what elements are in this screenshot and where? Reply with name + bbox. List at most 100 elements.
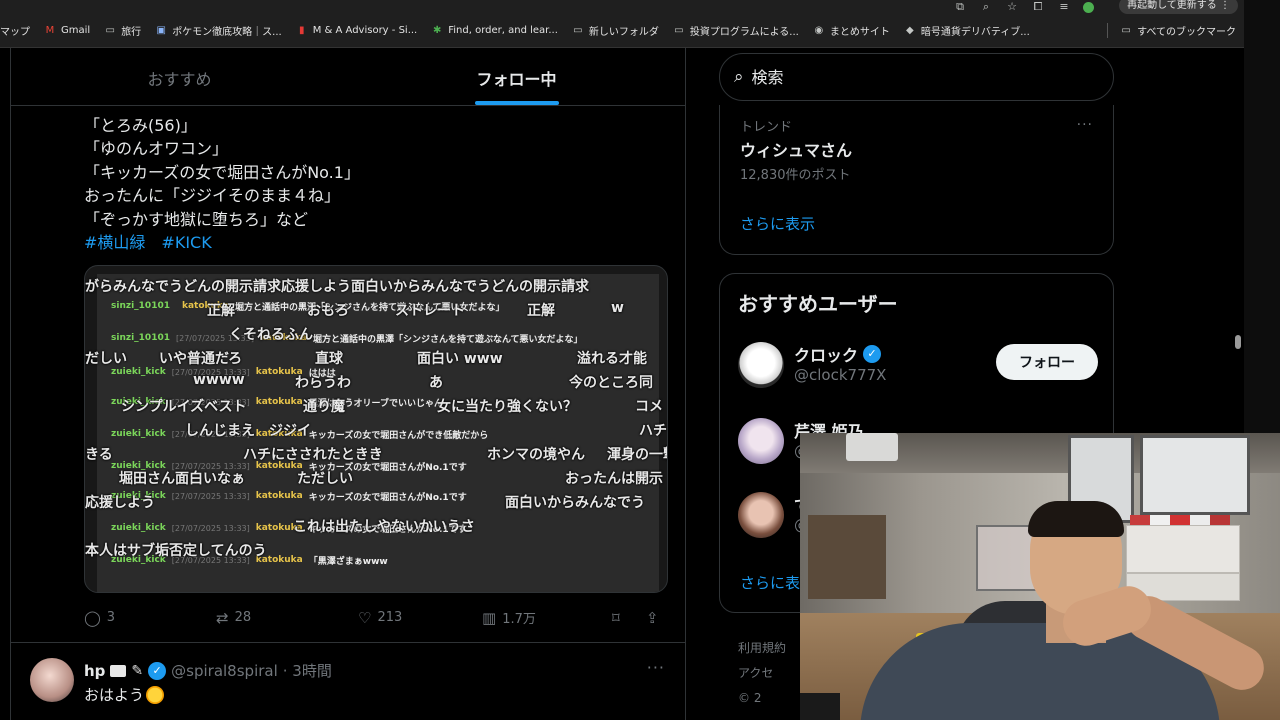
scrolling-comment: 面白いからみんなでう [505,495,645,511]
footer-link[interactable]: 利用規約 [738,636,786,661]
reply-count: 3 [106,610,116,625]
chat-username: sinzi_10101 [111,301,170,311]
scrolling-comment: おもろ [307,303,349,319]
post-line: 「キッカーズの女で堀田さんがNo.1」 [84,162,360,182]
card-title: おすすめユーザー [738,292,898,316]
all-bookmarks-label: すべてのブックマーク [1137,27,1236,38]
screen-share-icon[interactable]: ⧉ [953,1,967,13]
scrolling-comment: 正解 [527,303,555,319]
bookmark-label: 旅行 [121,27,142,38]
bookmark-item[interactable]: ◆ 暗号通貨デリバティブ... [904,23,1030,38]
post-text: 「とろみ(56)」 「ゆのんオワコン」 「キッカーズの女で堀田さんがNo.1」 … [84,114,664,254]
bookmark-item[interactable]: ◉ まとめサイト [813,23,890,38]
like-button[interactable]: ♡ 213 [358,609,482,627]
bookmark-item[interactable]: ▭ 新しいフォルダ [572,23,659,38]
author-handle[interactable]: @spiral8spiral [171,662,278,680]
repost-count: 28 [234,610,252,625]
chat-username: zuieki_kick [111,429,166,439]
bookmark-item[interactable]: ▭ 旅行 [104,23,141,38]
bookmark-item[interactable]: マップ [0,23,30,38]
bookmark-item[interactable]: M Gmail [44,25,91,36]
folder-icon: ▭ [105,25,115,36]
bookmark-item[interactable]: ▮ M & A Advisory - Si... [296,25,418,36]
ma-advisory-icon: ▮ [298,25,305,36]
trend-post-count: 12,830件のポスト [740,168,851,183]
author-name[interactable]: hp [84,662,105,680]
reply-button[interactable]: ◯ 3 [84,609,216,627]
update-button[interactable]: 再起動して更新する ⋮ [1119,0,1238,14]
bookmark-item[interactable]: ▣ ポケモン徹底攻略｜ス... [155,23,281,38]
follow-button[interactable]: フォロー [996,344,1098,380]
tab-label: フォロー中 [476,70,557,89]
heart-icon: ♡ [358,608,372,627]
avatar[interactable] [30,658,74,702]
shadow [800,693,840,720]
repost-button[interactable]: ⇄ 28 [216,609,358,627]
reading-list-icon[interactable]: ≡ [1057,1,1071,13]
zoom-icon[interactable]: ⌕ [979,1,993,13]
more-options-icon[interactable]: ··· [1077,117,1093,133]
post-divider [11,642,685,643]
chat-username: zuieki_kick [111,367,166,377]
scrolling-comment: 渾身の一撃 [607,447,667,463]
hashtags: #横山緑 #KICK [84,231,664,254]
show-more-link[interactable]: さらに表 [740,572,800,593]
scrolling-comment: ストレート [395,303,465,319]
tab-following[interactable]: フォロー中 [348,48,685,105]
share-button[interactable]: ⇪ [646,609,659,627]
bookmark-label: マップ [0,27,30,38]
bookmark-label: M & A Advisory - Si... [312,25,418,36]
verified-badge-icon: ✓ [863,345,882,363]
chat-message: 「黒澤ざまぁwww [308,556,388,567]
scrolling-comment: 女に当たり強くない？ [437,399,577,415]
view-count: 1.7万 [502,612,536,627]
bookmark-item[interactable]: ▭ 投資プログラムによる... [673,23,799,38]
profile-avatar[interactable] [1083,1,1094,13]
views-button[interactable]: ▥ 1.7万 [482,608,612,628]
scrollbar-thumb[interactable] [1235,335,1241,349]
all-bookmarks[interactable]: ▭ すべてのブックマーク [1107,23,1236,38]
search-input[interactable] [751,67,1052,87]
post-header: hp ✎ ✓ @spiral8spiral · 3時間 [84,660,332,681]
user-name[interactable]: クロック [794,342,858,366]
tab-recommended[interactable]: おすすめ [11,48,348,105]
avatar[interactable] [738,418,784,464]
chat-row: sinzi_10101 [27/07/2025 13:33] katokuka 堀方と… [111,330,583,346]
scrolling-comment: コメ [635,399,663,415]
scrolling-comment: ホンマの境やん [487,447,585,463]
footer-links: 利用規約 アクセ © 2 [738,636,786,711]
trend-name[interactable]: ウィシュマさん [740,137,852,161]
hashtag-link[interactable]: #横山緑 [84,231,145,254]
scrolling-comment: ハチにさされたときき [243,447,383,463]
user-name-row: クロック ✓ [794,342,882,366]
bookmark-item[interactable]: ✱ Find, order, and lear... [431,25,558,36]
pokemon-site-icon: ▣ [156,25,166,36]
chat-timestamp: [27/07/2025 13:33] [171,523,250,533]
more-options-icon[interactable]: ··· [647,658,665,677]
browser-toolbar: ⧉ ⌕ ☆ ⧠ ≡ 再起動して更新する ⋮ [0,0,1244,14]
scrolling-comment: 正解 [207,303,235,319]
footer-copyright: © 2 [738,691,762,705]
bookmark-label: まとめサイト [829,27,890,38]
post-time[interactable]: · 3時間 [283,660,332,681]
scrolling-comment: 今のところ同 [569,375,653,391]
show-more-link[interactable]: さらに表示 [740,213,815,234]
find-order-icon: ✱ [433,25,442,36]
scrolling-comment: がらみんなでうどんの開示請求応援しよう面白いからみんなでうどんの開示請求 [85,279,589,295]
scrolling-comment: w [611,300,624,316]
bookmark-button[interactable]: ⌑ [612,609,646,627]
chat-username: katokuka [255,397,303,407]
footer-link[interactable]: アクセ [738,661,786,686]
star-icon[interactable]: ☆ [1005,1,1019,13]
avatar[interactable] [738,492,784,538]
hashtag-link[interactable]: #KICK [161,231,211,254]
recommended-user[interactable]: クロック ✓ @clock777X フォロー [738,342,1098,392]
chat-screenshot: sinzi_10101 katokuka 堀方と通話中の黒澤「シンジさんを持て遊ぶな… [85,274,667,592]
bookmark-label: Find, order, and lear... [448,25,558,36]
search-box[interactable]: ⌕ [719,53,1114,101]
extensions-icon[interactable]: ⧠ [1031,1,1045,13]
scrolling-comment: おったんは開示 [565,471,663,487]
post-media[interactable]: sinzi_10101 katokuka 堀方と通話中の黒澤「シンジさんを持て遊ぶな… [84,265,668,593]
avatar[interactable] [738,342,784,388]
flag-emoji-icon [110,664,127,677]
